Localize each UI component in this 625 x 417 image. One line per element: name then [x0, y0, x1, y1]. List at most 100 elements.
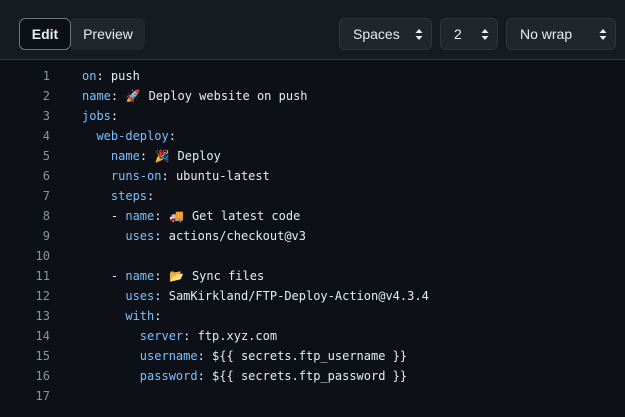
indent-mode-select[interactable]: Spaces [339, 18, 432, 50]
editor-toolbar: Edit Preview Spaces 2 No wrap [0, 0, 625, 60]
sort-caret-icon [415, 29, 423, 40]
code-text: steps: [82, 186, 154, 206]
yaml-separator: : [96, 69, 111, 83]
yaml-key: name [125, 269, 155, 283]
code-indent: - [82, 209, 126, 223]
yaml-key: server [139, 329, 184, 343]
code-editor[interactable]: 1 on: push 2 name: 🚀 Deploy website on push… [0, 61, 625, 417]
sort-caret-icon [599, 29, 607, 40]
yaml-separator: : [154, 229, 169, 243]
line-number: 10 [35, 249, 50, 263]
yaml-separator: : [154, 309, 162, 323]
code-text: runs-on: ubuntu-latest [82, 166, 270, 186]
emoji-icon: 🎉 [154, 149, 170, 163]
line-number: 14 [35, 329, 50, 343]
yaml-value: ftp.xyz.com [197, 329, 278, 343]
emoji-icon: 📂 [169, 269, 185, 283]
code-line: 17 [0, 386, 625, 406]
code-line: 12 uses: SamKirkland/FTP-Deploy-Action@v… [0, 286, 625, 306]
line-number: 9 [42, 229, 50, 243]
code-line: 11 - name: 📂 Sync files [0, 266, 625, 286]
emoji-icon: 🚀 [125, 89, 141, 103]
edit-preview-toggle: Edit Preview [19, 18, 145, 50]
code-text: password: ${{ secrets.ftp_password }} [82, 366, 407, 386]
yaml-value: SamKirkland/FTP-Deploy-Action@v4.3.4 [168, 289, 429, 303]
yaml-key: on [82, 69, 97, 83]
code-text: - name: 📂 Sync files [82, 266, 264, 286]
code-text: uses: SamKirkland/FTP-Deploy-Action@v4.3… [82, 286, 429, 306]
code-line: 16 password: ${{ secrets.ftp_password }} [0, 366, 625, 386]
yaml-separator: : [154, 209, 169, 223]
line-number: 4 [42, 129, 50, 143]
yaml-key: runs-on [110, 169, 162, 183]
line-number: 5 [42, 149, 50, 163]
yaml-key: jobs [82, 109, 111, 123]
yaml-key: web-deploy [96, 129, 169, 143]
code-text: on: push [82, 66, 140, 86]
yaml-separator: : [197, 349, 213, 363]
code-line: 14 server: ftp.xyz.com [0, 326, 625, 346]
line-number: 16 [35, 369, 50, 383]
code-line: 2 name: 🚀 Deploy website on push [0, 86, 625, 106]
yaml-separator: : [147, 189, 155, 203]
yaml-value: actions/checkout@v3 [168, 229, 306, 243]
yaml-value: Deploy [170, 149, 221, 163]
code-text: username: ${{ secrets.ftp_username }} [82, 346, 407, 366]
yaml-key: name [110, 149, 140, 163]
yaml-key: name [82, 89, 111, 103]
code-line: 4 web-deploy: [0, 126, 625, 146]
yaml-key: name [125, 209, 155, 223]
yaml-key: username [139, 349, 198, 363]
line-number: 13 [35, 309, 50, 323]
indent-size-select[interactable]: 2 [440, 18, 498, 50]
code-line: 6 runs-on: ubuntu-latest [0, 166, 625, 186]
sort-caret-icon [481, 29, 489, 40]
code-line: 7 steps: [0, 186, 625, 206]
yaml-separator: : [154, 289, 169, 303]
tab-preview[interactable]: Preview [71, 18, 145, 50]
code-text: uses: actions/checkout@v3 [82, 226, 306, 246]
code-editor-window: Edit Preview Spaces 2 No wrap 1 on: push… [0, 0, 625, 417]
emoji-icon: 🚚 [169, 209, 185, 223]
code-line: 9 uses: actions/checkout@v3 [0, 226, 625, 246]
yaml-separator: : [139, 149, 155, 163]
yaml-value: ${{ secrets.ftp_username }} [212, 349, 408, 363]
yaml-separator: : [110, 109, 119, 123]
code-line: 13 with: [0, 306, 625, 326]
yaml-separator: : [183, 329, 198, 343]
yaml-value: Deploy website on push [141, 89, 308, 103]
yaml-separator: : [110, 89, 126, 103]
line-number: 3 [42, 109, 50, 123]
code-text: server: ftp.xyz.com [82, 326, 277, 346]
code-indent: - [82, 269, 126, 283]
yaml-value: ${{ secrets.ftp_password }} [212, 369, 408, 383]
yaml-value: Sync files [184, 269, 265, 283]
line-number: 8 [42, 209, 50, 223]
yaml-separator: : [154, 269, 169, 283]
indent-mode-value: Spaces [353, 26, 400, 42]
line-number: 15 [35, 349, 50, 363]
yaml-value: Get latest code [184, 209, 301, 223]
line-number: 2 [42, 89, 50, 103]
line-number: 1 [42, 69, 50, 83]
tab-edit[interactable]: Edit [19, 18, 71, 50]
wrap-mode-value: No wrap [520, 26, 573, 42]
code-text: name: 🎉 Deploy [82, 146, 221, 166]
code-line: 15 username: ${{ secrets.ftp_username }} [0, 346, 625, 366]
line-number: 17 [35, 389, 50, 403]
wrap-mode-select[interactable]: No wrap [506, 18, 616, 50]
yaml-separator: : [161, 169, 176, 183]
yaml-value: push [110, 69, 140, 83]
yaml-key: steps [110, 189, 148, 203]
indent-size-value: 2 [454, 26, 462, 42]
